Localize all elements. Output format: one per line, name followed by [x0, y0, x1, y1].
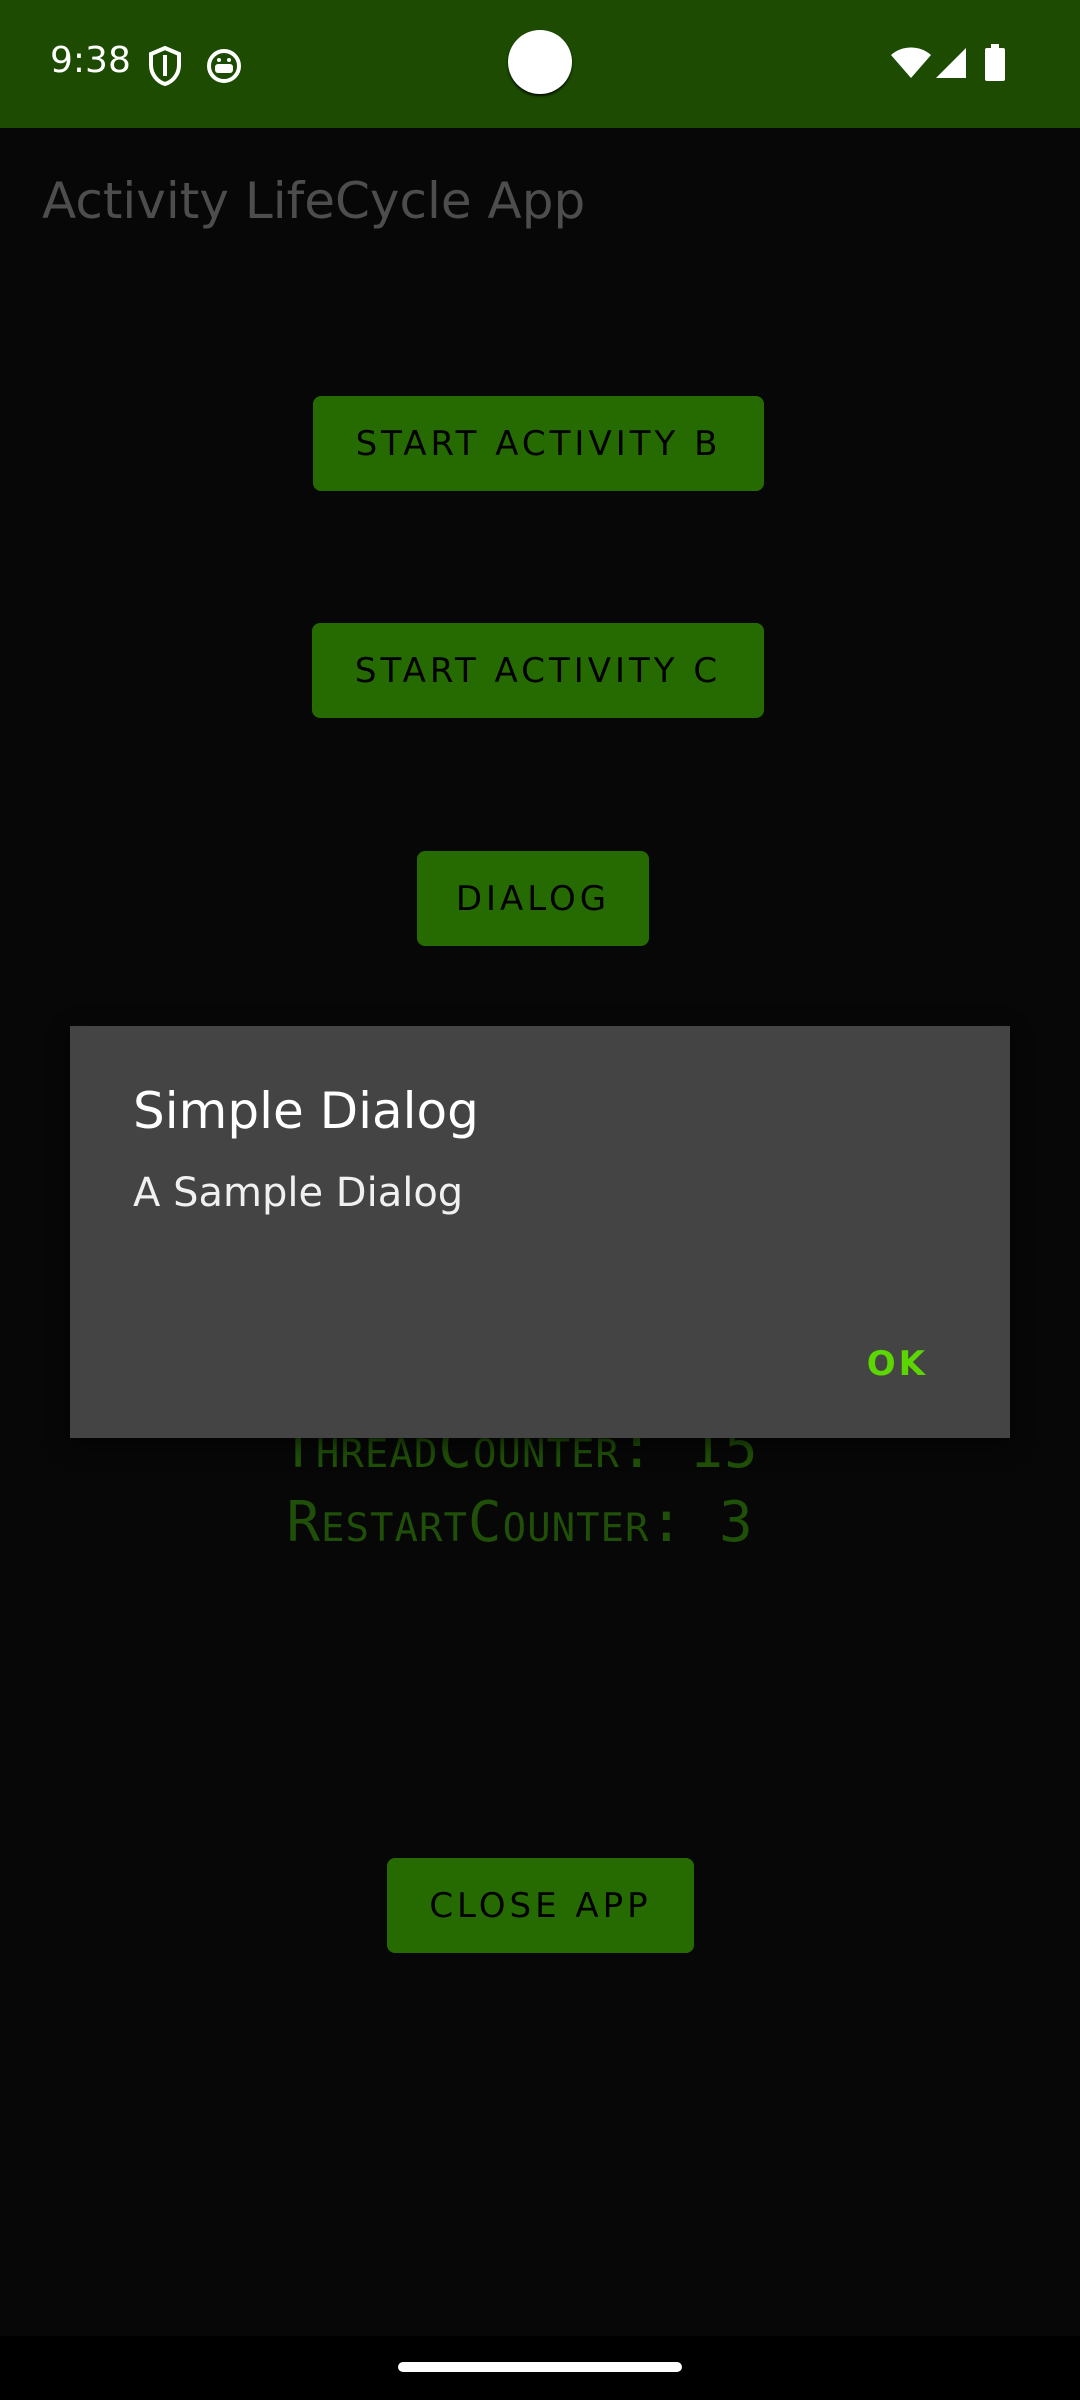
cellular-signal-icon: [934, 46, 968, 85]
start-activity-b-button[interactable]: START ACTIVITY B: [313, 396, 764, 491]
battery-icon: [984, 44, 1006, 87]
status-bar: 9:38: [0, 0, 1080, 128]
camera-cutout: [508, 30, 572, 94]
wifi-icon: [890, 46, 932, 85]
dialog-title: Simple Dialog: [133, 1082, 479, 1140]
dialog-message: A Sample Dialog: [133, 1170, 464, 1216]
restart-counter: RestartCounter: 3: [286, 1490, 754, 1555]
simple-dialog: Simple Dialog A Sample Dialog OK: [70, 1026, 1010, 1438]
app-title: Activity LifeCycle App: [42, 172, 586, 230]
status-time: 9:38: [50, 40, 131, 81]
shield-icon: [148, 45, 182, 91]
android-bot-icon: [206, 48, 242, 89]
dialog-ok-button[interactable]: OK: [867, 1344, 928, 1384]
close-app-button[interactable]: CLOSE APP: [387, 1858, 694, 1953]
start-activity-c-button[interactable]: START ACTIVITY C: [312, 623, 764, 718]
dialog-button[interactable]: DIALOG: [417, 851, 649, 946]
screen: 9:38 Activity LifeCycle App START ACTIVI…: [0, 0, 1080, 2400]
home-gesture-handle[interactable]: [398, 2362, 682, 2372]
